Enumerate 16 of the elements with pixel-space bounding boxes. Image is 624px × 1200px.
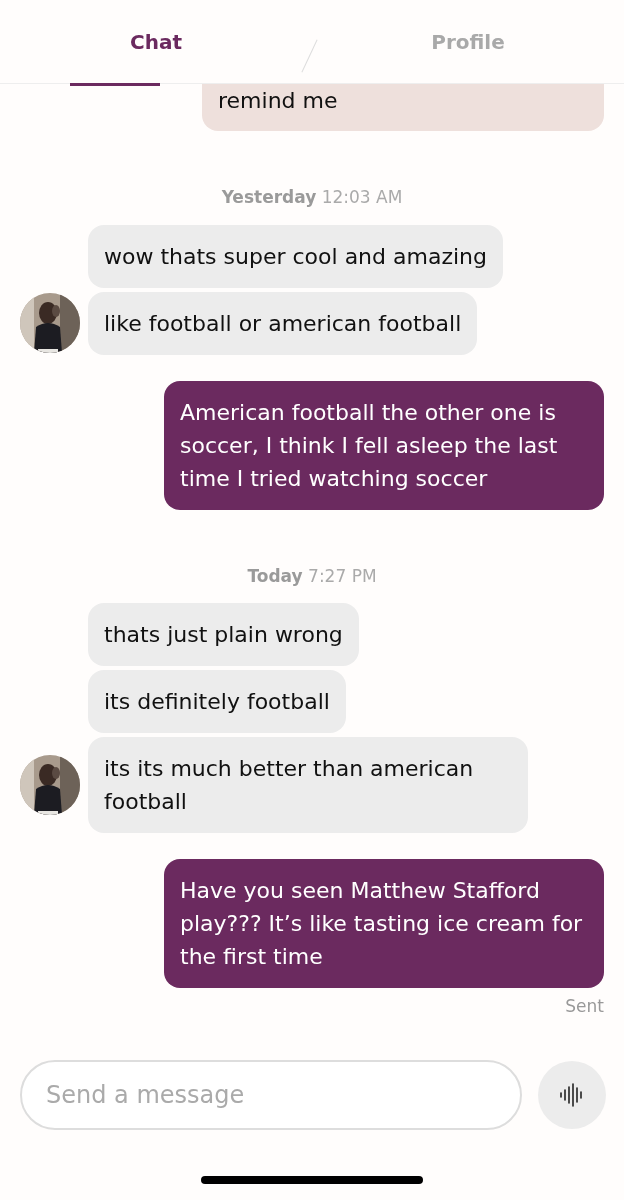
message-bubble: thats just plain wrong <box>88 603 359 666</box>
message-bubble: remind me <box>202 84 604 131</box>
message-bubble: Have you seen Matthew Stafford play??? It’s like tasting ice cream for the first time <box>164 859 604 988</box>
tab[interactable]: Chat <box>56 0 256 84</box>
message-bubble: like football or american football <box>88 291 478 355</box>
message-input[interactable]: Send a message <box>20 1060 522 1130</box>
message-bubble: its definitely football <box>88 670 346 733</box>
message-bubble: its its much better than american football <box>88 737 528 833</box>
message-bubble: American football the other one is soccer, I think I fell asleep the last time I tried watching soccer <box>164 380 604 510</box>
sound-wave-icon <box>559 1083 585 1107</box>
timestamp: Today 7:27 PM <box>246 564 378 588</box>
avatar[interactable] <box>20 293 80 353</box>
timestamp: Yesterday 12:03 AM <box>220 186 404 209</box>
delivery-status: Sent <box>565 995 604 1018</box>
message-bubble: wow thats super cool and amazing <box>88 224 503 288</box>
avatar[interactable] <box>20 755 80 815</box>
